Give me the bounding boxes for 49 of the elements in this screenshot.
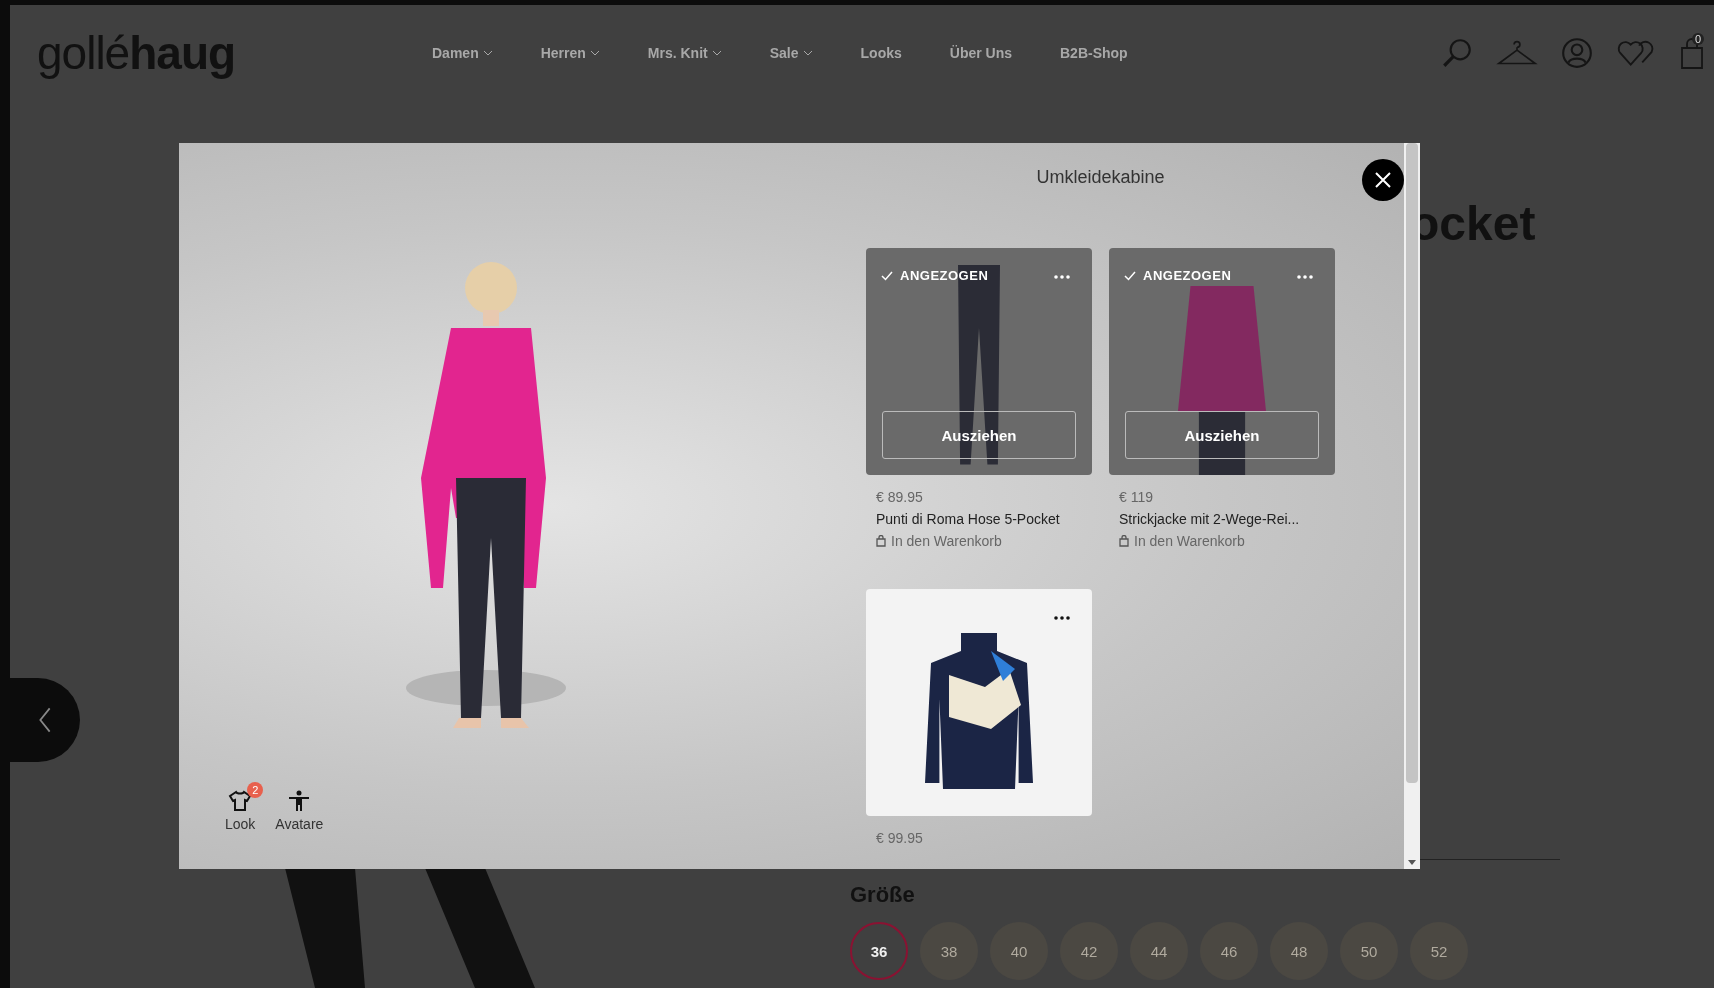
close-button[interactable] — [1362, 159, 1404, 201]
toolbar-button[interactable]: Look 2 — [221, 780, 266, 832]
chevron-down-icon — [482, 49, 493, 56]
scroll-down-icon[interactable] — [1408, 860, 1416, 865]
check-icon — [1124, 270, 1136, 281]
product-name[interactable]: Strickjacke mit 2-Wege-Rei... — [1119, 511, 1335, 527]
chevron-down-icon — [711, 49, 722, 56]
shirt-icon — [228, 790, 253, 812]
dialog-title: Umkleidekabine — [1035, 167, 1166, 188]
size-option[interactable]: 50 — [1340, 922, 1398, 980]
nav-link[interactable]: B2B-Shop — [1060, 44, 1128, 61]
toolbar-button[interactable]: Avatare — [271, 780, 334, 832]
size-option[interactable]: 52 — [1410, 922, 1468, 980]
bag-icon — [876, 535, 886, 547]
product-price: € 99.95 — [876, 830, 924, 846]
nav-link[interactable]: Looks — [860, 44, 902, 61]
undress-button[interactable]: Ausziehen — [882, 411, 1076, 459]
user-icon[interactable] — [1560, 35, 1594, 70]
size-option[interactable]: 48 — [1270, 922, 1328, 980]
status-label: ANGEZOGEN — [1124, 268, 1232, 283]
size-option[interactable]: 44 — [1130, 922, 1188, 980]
cart-count: 0 — [1691, 32, 1704, 45]
bag-icon — [1119, 535, 1129, 547]
count-badge: 2 — [247, 782, 264, 798]
size-option[interactable]: 46 — [1200, 922, 1258, 980]
close-icon — [1373, 170, 1393, 190]
person-icon — [287, 790, 312, 812]
size-option[interactable]: 38 — [920, 922, 978, 980]
undress-button[interactable]: Ausziehen — [1125, 411, 1319, 459]
status-label: ANGEZOGEN — [881, 268, 989, 283]
product-name[interactable]: Punti di Roma Hose 5-Pocket — [876, 511, 1092, 527]
scrollbar[interactable] — [1404, 143, 1420, 869]
size-option[interactable]: 42 — [1060, 922, 1118, 980]
nav-link[interactable]: Damen — [432, 44, 493, 61]
chevron-down-icon — [802, 49, 813, 56]
chevron-left-icon — [38, 706, 52, 734]
size-option[interactable]: 40 — [990, 922, 1048, 980]
add-to-cart-link[interactable]: In den Warenkorb — [876, 533, 1092, 549]
check-icon — [881, 270, 893, 281]
product-price: € 89.95 — [876, 489, 924, 505]
nav-link[interactable]: Über Uns — [949, 44, 1012, 61]
nav-link[interactable]: Sale — [769, 44, 813, 61]
size-option[interactable]: 36 — [850, 922, 908, 980]
add-to-cart-link[interactable]: In den Warenkorb — [1119, 533, 1335, 549]
nav-link[interactable]: Mrs. Knit — [647, 44, 722, 61]
chevron-down-icon — [589, 49, 600, 56]
product-price: € 119 — [1119, 489, 1154, 505]
nav-link[interactable]: Herren — [540, 44, 600, 61]
more-icon[interactable] — [1053, 616, 1071, 620]
